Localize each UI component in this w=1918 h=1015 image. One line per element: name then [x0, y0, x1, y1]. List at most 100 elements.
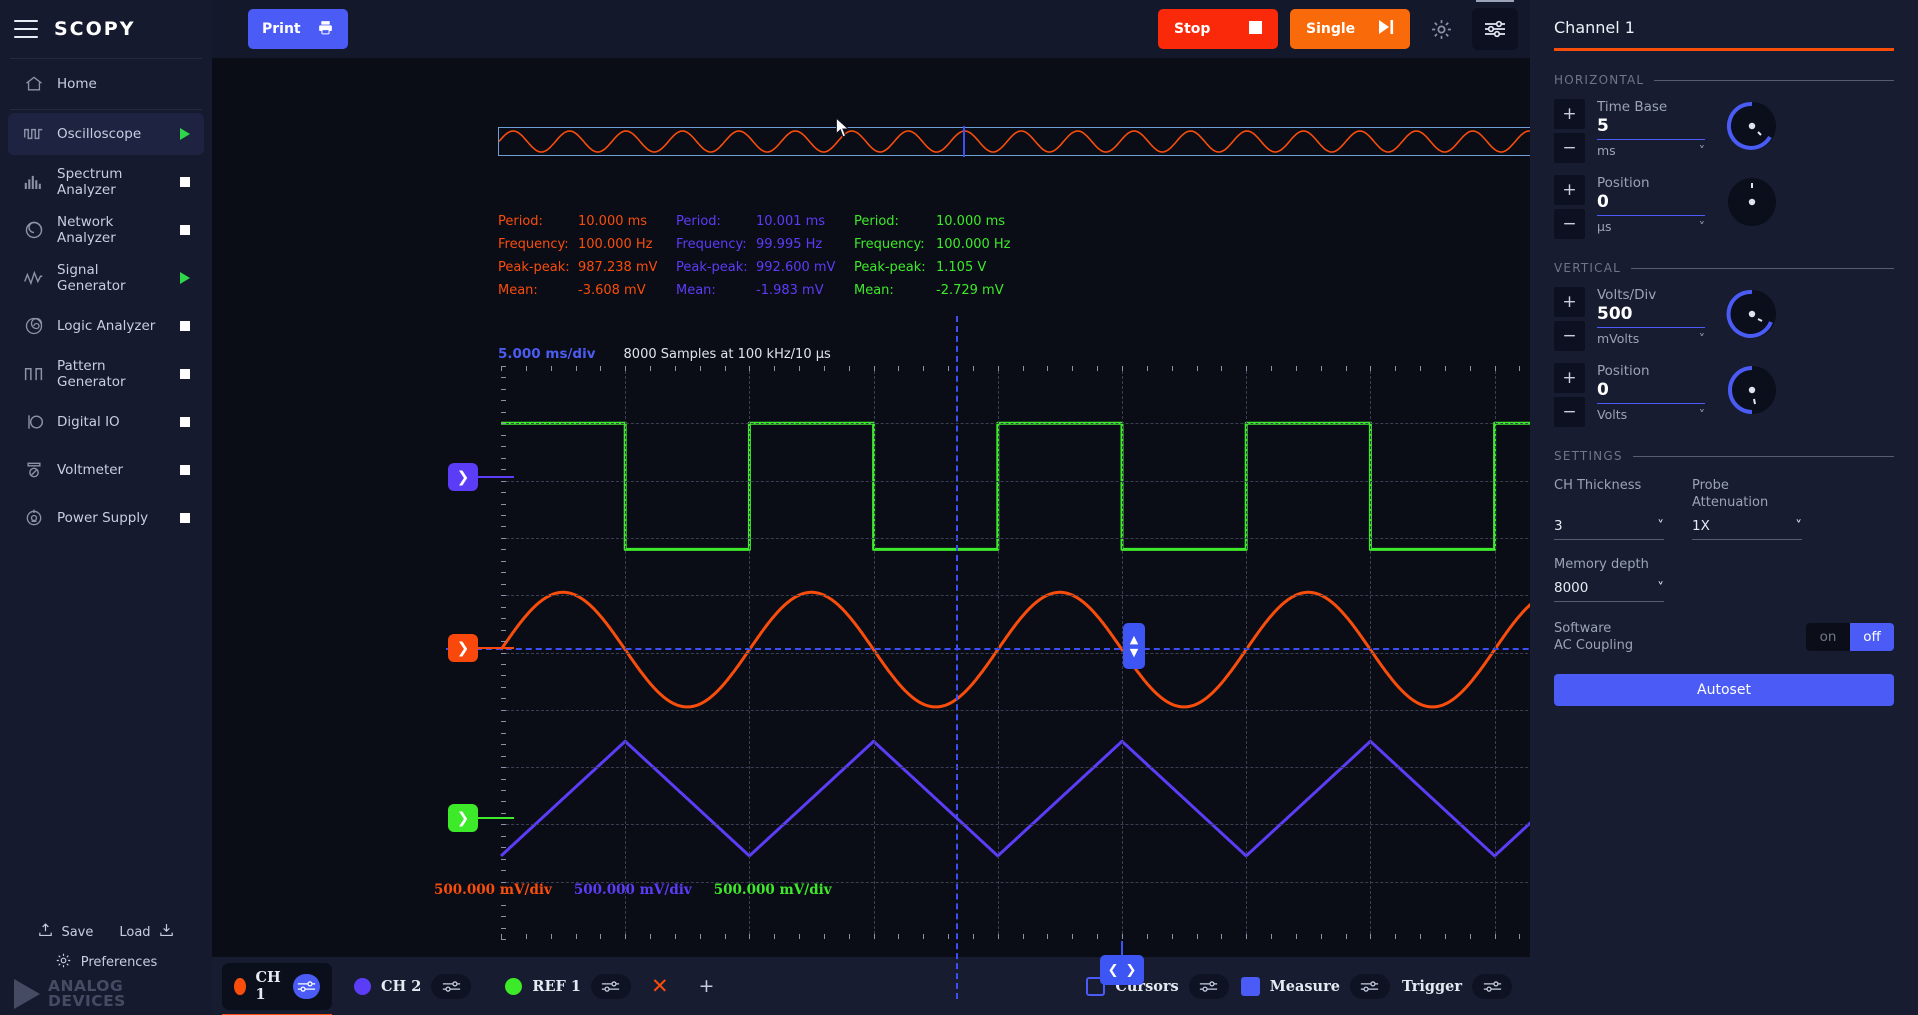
measure-settings-button[interactable] [1350, 974, 1390, 999]
measurement-mean: Mean:-3.608 mV [498, 279, 676, 302]
axis-tick-x [1495, 934, 1496, 939]
trigger-settings-button[interactable] [1472, 974, 1512, 999]
probe-attenuation-label: Probe Attenuation [1692, 477, 1802, 511]
axis-tick-y [501, 458, 506, 459]
v-position-value[interactable]: 0 [1597, 379, 1705, 404]
add-channel-button[interactable]: + [699, 975, 715, 997]
channel-settings-button-ch2[interactable] [431, 974, 471, 999]
volts-div-value[interactable]: 500 [1597, 303, 1705, 328]
sidebar-item-home[interactable]: Home [8, 62, 204, 106]
axis-tick-y [501, 561, 506, 562]
channel-handle-ch2[interactable]: ❯ [448, 463, 478, 491]
time-base-value[interactable]: 5 [1597, 115, 1705, 140]
decrement-button[interactable]: − [1554, 321, 1585, 351]
increment-button[interactable]: + [1554, 99, 1585, 129]
sidebar-item-digital-io[interactable]: Digital IO [8, 401, 204, 443]
status-stopped-icon [180, 225, 190, 235]
axis-tick-y [501, 412, 506, 413]
sidebar-item-voltmeter[interactable]: Voltmeter [8, 449, 204, 491]
measurement-value: 100.000 Hz [934, 233, 1032, 256]
measure-group[interactable]: Measure [1241, 974, 1390, 999]
trigger-vertical-cursor[interactable] [956, 316, 958, 999]
sidebar-item-logic-analyzer[interactable]: Logic Analyzer [8, 305, 204, 347]
load-button[interactable]: Load [119, 922, 174, 943]
channel-handle-ch1[interactable]: ❯ [448, 634, 478, 662]
single-button[interactable]: Single [1290, 9, 1410, 49]
h-position-knob[interactable] [1725, 175, 1779, 229]
trigger-group[interactable]: Trigger [1402, 974, 1512, 999]
sidebar-item-power-supply[interactable]: Power Supply [8, 497, 204, 539]
axis-tick-y [501, 698, 506, 699]
axis-tick-x [774, 366, 775, 371]
download-icon [158, 922, 175, 943]
cursors-settings-button[interactable] [1189, 974, 1229, 999]
save-button[interactable]: Save [37, 922, 93, 943]
time-base-unit-select[interactable]: ms ˅ [1597, 140, 1705, 158]
sidebar-item-pattern-generator[interactable]: Pattern Generator [8, 353, 204, 395]
sample-info-label: 8000 Samples at 100 kHz/10 µs [624, 347, 831, 362]
decrement-button[interactable]: − [1554, 397, 1585, 427]
ch-thickness-select[interactable]: CH Thickness 3 ˅ [1554, 477, 1664, 540]
sidebar-item-spectrum-analyzer[interactable]: Spectrum Analyzer [8, 161, 204, 203]
ac-coupling-toggle[interactable]: on off [1806, 623, 1894, 651]
horizontal-pan-control[interactable]: ❮ ❯ [1100, 955, 1144, 985]
axis-tick-x [725, 934, 726, 939]
ch-thickness-value: 3 [1554, 518, 1563, 534]
panel-toggle-icon[interactable] [1472, 8, 1518, 50]
decrement-button[interactable]: − [1554, 209, 1585, 239]
increment-button[interactable]: + [1554, 363, 1585, 393]
channel-item-ref1[interactable]: REF 1 ✕ [493, 963, 680, 1010]
sidebar-item-network-analyzer[interactable]: Network Analyzer [8, 209, 204, 251]
sidebar-item-signal-generator[interactable]: Signal Generator [8, 257, 204, 299]
printer-icon [317, 19, 334, 40]
increment-button[interactable]: + [1554, 287, 1585, 317]
axis-tick-x [998, 366, 999, 371]
volts-div-knob[interactable] [1725, 287, 1779, 341]
measurement-label: Period: [854, 210, 934, 233]
axis-tick-x [1172, 366, 1173, 371]
memory-depth-box[interactable]: 8000 ˅ [1554, 577, 1664, 602]
ac-coupling-off-option[interactable]: off [1850, 623, 1894, 651]
print-button[interactable]: Print [248, 9, 348, 49]
channel-settings-button-ch1[interactable] [293, 974, 320, 999]
sidebar-footer: Save Load Preferences ANALOG [0, 916, 212, 1015]
ch-thickness-box[interactable]: 3 ˅ [1554, 515, 1664, 540]
time-base-label: Time Base [1597, 99, 1705, 115]
decrement-button[interactable]: − [1554, 133, 1585, 163]
vertical-pan-control[interactable]: ▲ ▼ [1123, 623, 1145, 669]
unit-label: ms [1597, 143, 1616, 158]
axis-tick-y [501, 607, 506, 608]
channel-item-ch1[interactable]: CH 1 [222, 963, 332, 1010]
probe-attenuation-box[interactable]: 1X ˅ [1692, 515, 1802, 540]
memory-depth-select[interactable]: Memory depth 8000 ˅ [1554, 556, 1664, 602]
autoset-button[interactable]: Autoset [1554, 674, 1894, 706]
time-base-knob[interactable] [1725, 99, 1779, 153]
stop-button[interactable]: Stop [1158, 9, 1278, 49]
axis-tick-x [1097, 934, 1098, 939]
probe-attenuation-select[interactable]: Probe Attenuation 1X ˅ [1692, 477, 1802, 540]
v-position-knob[interactable] [1725, 363, 1779, 417]
increment-button[interactable]: + [1554, 175, 1585, 205]
channel-settings-button-ref1[interactable] [591, 974, 631, 999]
h-position-value[interactable]: 0 [1597, 191, 1705, 216]
stepper-volts-div: + − [1554, 287, 1585, 351]
remove-ref-button[interactable]: ✕ [651, 974, 669, 998]
preferences-button[interactable]: Preferences [0, 949, 212, 979]
volts-div-unit-select[interactable]: mVolts ˅ [1597, 328, 1705, 346]
ac-coupling-row: Software AC Coupling on off [1554, 620, 1894, 654]
section-label: VERTICAL [1554, 261, 1621, 275]
axis-tick-y [501, 813, 506, 814]
settings-gear-icon[interactable] [1422, 10, 1460, 48]
channel-item-ch2[interactable]: CH 2 [342, 963, 483, 1010]
v-position-unit-select[interactable]: Volts ˅ [1597, 404, 1705, 422]
preview-trigger-marker[interactable] [963, 126, 965, 157]
menu-toggle-icon[interactable] [14, 20, 38, 38]
volts-per-div-ch2: 500.000 mV/div [574, 882, 692, 898]
h-position-unit-select[interactable]: µs ˅ [1597, 216, 1705, 234]
ac-coupling-on-option[interactable]: on [1806, 623, 1850, 651]
axis-tick-x [600, 934, 601, 939]
chevron-up-icon: ▲ [1130, 633, 1138, 646]
channel-handle-ref1[interactable]: ❯ [448, 804, 478, 832]
measure-checkbox[interactable] [1241, 977, 1260, 996]
sidebar-item-oscilloscope[interactable]: Oscilloscope [8, 113, 204, 155]
